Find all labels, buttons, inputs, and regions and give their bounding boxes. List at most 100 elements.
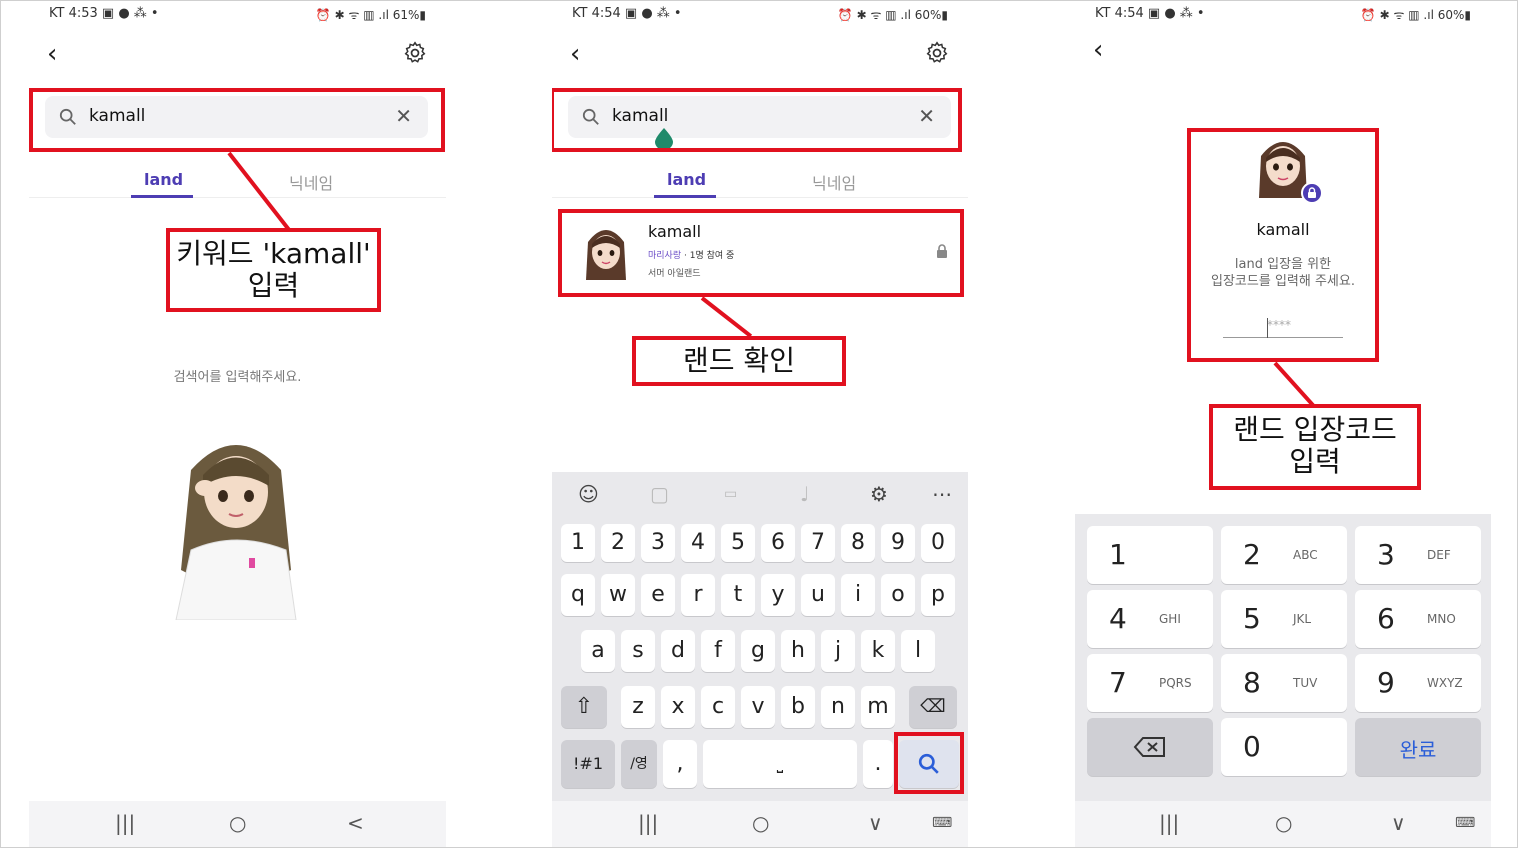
numpad-key[interactable]: 6 MNO — [1355, 590, 1481, 648]
phone-screen-result: KT 4:54 ▣ ● ⁂ • ⏰ ✱ ᯤ ▥ .ıl 60%▮ ‹ kamal… — [552, 4, 968, 847]
tab-land[interactable]: land — [667, 170, 706, 189]
key[interactable]: 4 — [681, 524, 715, 562]
home-button[interactable]: ○ — [229, 811, 246, 835]
space-key[interactable]: ⎵ — [703, 740, 857, 788]
microphone-icon[interactable]: ♩ — [800, 482, 809, 506]
status-left: KT 4:54 ▣ ● ⁂ • — [572, 6, 682, 21]
keyboard-switch-button[interactable]: ⌨ — [1455, 815, 1475, 831]
callout-keyword: 키워드 'kamall' 입력 — [166, 228, 381, 312]
keyboard-switch-button[interactable]: ⌨ — [932, 815, 952, 831]
numpad-key[interactable]: 3 DEF — [1355, 526, 1481, 584]
highlight-box-result — [558, 209, 964, 297]
shift-key[interactable]: ⇧ — [561, 686, 607, 728]
done-button[interactable]: 완료 — [1355, 718, 1481, 776]
key[interactable]: x — [661, 686, 695, 728]
key[interactable]: 0 — [921, 524, 955, 562]
key[interactable]: c — [701, 686, 735, 728]
recent-apps-button[interactable]: ||| — [115, 811, 135, 835]
language-key[interactable]: /영 — [621, 740, 657, 788]
key[interactable]: p — [921, 574, 955, 616]
key[interactable]: 2 — [601, 524, 635, 562]
key[interactable]: u — [801, 574, 835, 616]
comma-key[interactable]: , — [663, 740, 697, 788]
key[interactable]: d — [661, 630, 695, 672]
sticker-icon[interactable]: ▢ — [650, 482, 669, 506]
key[interactable]: 5 — [721, 524, 755, 562]
settings-icon[interactable]: ⚙ — [870, 482, 888, 506]
key[interactable]: k — [861, 630, 895, 672]
key[interactable]: h — [781, 630, 815, 672]
key[interactable]: w — [601, 574, 635, 616]
key[interactable]: n — [821, 686, 855, 728]
numpad-key[interactable]: 8 TUV — [1221, 654, 1347, 712]
system-nav-bar: ||| ○ ∨ ⌨ — [1075, 801, 1491, 847]
numpad-key[interactable]: 9 WXYZ — [1355, 654, 1481, 712]
key[interactable]: q — [561, 574, 595, 616]
back-icon[interactable]: ‹ — [570, 40, 592, 68]
symbols-key[interactable]: !#1 — [561, 740, 615, 788]
key[interactable]: y — [761, 574, 795, 616]
key[interactable]: t — [721, 574, 755, 616]
key[interactable]: b — [781, 686, 815, 728]
key[interactable]: r — [681, 574, 715, 616]
key[interactable]: e — [641, 574, 675, 616]
numpad-digit: 7 — [1109, 666, 1127, 699]
key[interactable]: 7 — [801, 524, 835, 562]
callout-connector — [700, 296, 753, 338]
key[interactable]: g — [741, 630, 775, 672]
key[interactable]: s — [621, 630, 655, 672]
status-right: ⏰ ✱ ᯤ ▥ .ıl 60%▮ — [837, 8, 948, 22]
key[interactable]: 6 — [761, 524, 795, 562]
key[interactable]: f — [701, 630, 735, 672]
highlight-box-search — [552, 88, 962, 152]
home-button[interactable]: ○ — [1275, 811, 1292, 835]
numpad-key[interactable]: 1 — [1087, 526, 1213, 584]
key[interactable]: j — [821, 630, 855, 672]
key[interactable]: 1 — [561, 524, 595, 562]
callout-line-2: 입력 — [1289, 445, 1341, 478]
key[interactable]: i — [841, 574, 875, 616]
key[interactable]: 3 — [641, 524, 675, 562]
callout-land-check: 랜드 확인 — [632, 336, 846, 386]
key[interactable]: o — [881, 574, 915, 616]
numpad-key[interactable]: 4 GHI — [1087, 590, 1213, 648]
status-bar: KT 4:54 ▣ ● ⁂ • ⏰ ✱ ᯤ ▥ .ıl 60%▮ — [1075, 4, 1491, 26]
numpad-key[interactable]: 0 — [1221, 718, 1347, 776]
back-icon[interactable]: ‹ — [1093, 36, 1115, 64]
recent-apps-button[interactable]: ||| — [638, 811, 658, 835]
key[interactable]: z — [621, 686, 655, 728]
key[interactable]: l — [901, 630, 935, 672]
hide-keyboard-button[interactable]: ∨ — [1391, 811, 1406, 835]
status-bar: KT 4:53 ▣ ● ⁂ • ⏰ ✱ ᯤ ▥ .ıl 61%▮ — [29, 4, 446, 26]
callout-line-1: 키워드 'kamall' — [176, 237, 371, 270]
hide-keyboard-button[interactable]: ∨ — [868, 811, 883, 835]
home-button[interactable]: ○ — [752, 811, 769, 835]
numpad-key[interactable]: 2 ABC — [1221, 526, 1347, 584]
recent-apps-button[interactable]: ||| — [1159, 811, 1179, 835]
period-key[interactable]: . — [863, 740, 893, 788]
tab-nickname[interactable]: 닉네임 — [812, 170, 856, 194]
emoji-icon[interactable]: ☺ — [578, 482, 599, 506]
key[interactable]: a — [581, 630, 615, 672]
back-button[interactable]: < — [347, 811, 364, 835]
numpad-key[interactable]: 5 JKL — [1221, 590, 1347, 648]
tab-underline — [131, 195, 193, 198]
key[interactable]: 8 — [841, 524, 875, 562]
back-icon[interactable]: ‹ — [47, 40, 69, 68]
key[interactable]: 9 — [881, 524, 915, 562]
key[interactable]: v — [741, 686, 775, 728]
numpad-key[interactable]: 7 PQRS — [1087, 654, 1213, 712]
callout-line-2: 입력 — [247, 269, 300, 302]
phone-screen-search: KT 4:53 ▣ ● ⁂ • ⏰ ✱ ᯤ ▥ .ıl 61%▮ ‹ kamal… — [29, 4, 446, 847]
callout-line-1: 랜드 입장코드 — [1233, 413, 1397, 446]
tab-land[interactable]: land — [144, 170, 183, 189]
backspace-key[interactable] — [1087, 718, 1213, 776]
backspace-key[interactable]: ⌫ — [909, 686, 957, 728]
gear-icon[interactable] — [924, 40, 950, 66]
more-icon[interactable]: ⋯ — [932, 482, 952, 506]
tab-nickname[interactable]: 닉네임 — [289, 170, 333, 194]
numpad-digit: 2 — [1243, 538, 1261, 571]
gear-icon[interactable] — [402, 40, 428, 66]
key[interactable]: m — [861, 686, 895, 728]
gif-icon[interactable]: ▭ — [724, 486, 737, 502]
